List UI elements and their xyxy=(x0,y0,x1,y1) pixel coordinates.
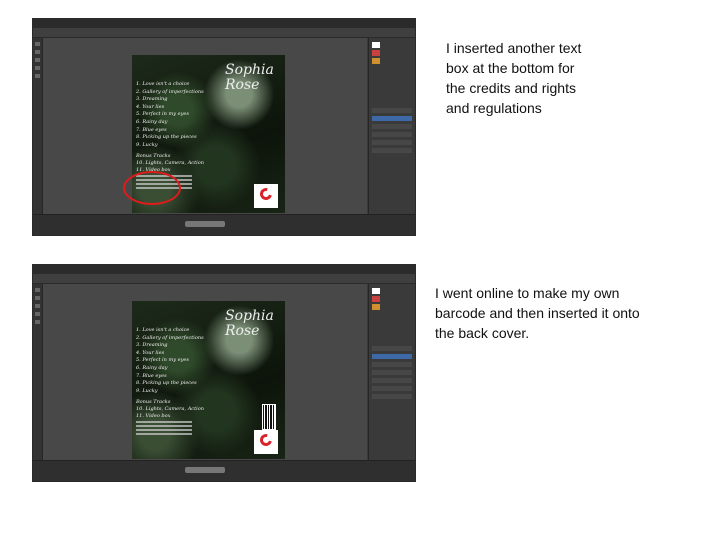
record-label-logo xyxy=(254,184,278,208)
list-item: 7. Blue eyes xyxy=(136,126,167,133)
list-item: 9. Lucky xyxy=(136,141,158,148)
track-list: 1. Love isn't a choice 2. Gallery of imp… xyxy=(136,81,204,149)
menu-bar xyxy=(33,19,415,28)
text-tool-icon[interactable] xyxy=(35,74,40,78)
layer-row[interactable] xyxy=(372,132,412,137)
credits-line xyxy=(136,429,192,431)
list-item: 7. Blue eyes xyxy=(136,372,167,379)
marquee-tool-icon[interactable] xyxy=(35,296,40,300)
bonus-heading: Bonus Tracks xyxy=(136,399,171,405)
options-bar xyxy=(33,274,415,284)
list-item: 4. Your lies xyxy=(136,349,165,356)
list-item: 2. Gallery of imperfections xyxy=(136,88,204,95)
cover-title: Sophia Rose xyxy=(225,308,274,339)
color-slider-swatch[interactable] xyxy=(372,304,380,310)
layer-row-selected[interactable] xyxy=(372,116,412,121)
list-item: 2. Gallery of imperfections xyxy=(136,334,204,341)
bonus-tracks: Bonus Tracks 10. Lights, Camera, Action … xyxy=(136,399,204,420)
cover-title: Sophia Rose xyxy=(225,62,274,93)
record-label-logo xyxy=(254,430,278,454)
brush-tool-icon[interactable] xyxy=(35,312,40,316)
layer-row[interactable] xyxy=(372,378,412,383)
credits-line xyxy=(136,433,192,435)
list-item: 3. Dreaming xyxy=(136,342,168,349)
track-list: 1. Love isn't a choice 2. Gallery of imp… xyxy=(136,327,204,395)
barcode-image[interactable] xyxy=(262,404,276,430)
credits-line xyxy=(136,425,192,427)
photoshop-screenshot-2: Sophia Rose 1. Love isn't a choice 2. Ga… xyxy=(32,264,416,482)
canvas-area: Sophia Rose 1. Love isn't a choice 2. Ga… xyxy=(43,38,367,215)
layer-row[interactable] xyxy=(372,370,412,375)
layer-row[interactable] xyxy=(372,124,412,129)
annotation-circle xyxy=(123,171,181,205)
panels-sidebar xyxy=(368,284,415,461)
list-item: 1. Love isn't a choice xyxy=(136,327,190,333)
list-item: 10. Lights, Camera, Action xyxy=(136,160,204,166)
slide-1-caption: I inserted another text box at the botto… xyxy=(446,40,582,116)
layer-row[interactable] xyxy=(372,140,412,145)
menu-bar xyxy=(33,265,415,274)
lasso-tool-icon[interactable] xyxy=(35,304,40,308)
marquee-tool-icon[interactable] xyxy=(35,50,40,54)
text-tool-icon[interactable] xyxy=(35,320,40,324)
status-button[interactable] xyxy=(185,467,225,473)
brush-tool-icon[interactable] xyxy=(35,66,40,70)
layer-row[interactable] xyxy=(372,394,412,399)
list-item: 5. Perfect in my eyes xyxy=(136,111,189,118)
layer-row[interactable] xyxy=(372,346,412,351)
photoshop-screenshot-1: Sophia Rose 1. Love isn't a choice 2. Ga… xyxy=(32,18,416,236)
status-button[interactable] xyxy=(185,221,225,227)
list-item: 6. Rainy day xyxy=(136,364,168,371)
list-item: 4. Your lies xyxy=(136,103,165,110)
bonus-heading: Bonus Tracks xyxy=(136,153,171,159)
tools-panel xyxy=(33,284,43,461)
slide-2-caption: I went online to make my own barcode and… xyxy=(435,285,640,341)
move-tool-icon[interactable] xyxy=(35,288,40,292)
list-item: 10. Lights, Camera, Action xyxy=(136,406,204,412)
canvas-area: Sophia Rose 1. Love isn't a choice 2. Ga… xyxy=(43,284,367,461)
list-item: 9. Lucky xyxy=(136,387,158,394)
tools-panel xyxy=(33,38,43,215)
layer-row[interactable] xyxy=(372,148,412,153)
layer-row[interactable] xyxy=(372,386,412,391)
foreground-color-swatch[interactable] xyxy=(372,42,380,48)
status-bar xyxy=(33,460,415,481)
color-slider-swatch[interactable] xyxy=(372,50,380,56)
layer-row[interactable] xyxy=(372,362,412,367)
layer-row[interactable] xyxy=(372,108,412,113)
color-slider-swatch[interactable] xyxy=(372,296,380,302)
list-item: 6. Rainy day xyxy=(136,118,168,125)
list-item: 8. Picking up the pieces xyxy=(136,134,197,141)
move-tool-icon[interactable] xyxy=(35,42,40,46)
list-item: 11. Video box xyxy=(136,413,171,419)
panels-sidebar xyxy=(368,38,415,215)
options-bar xyxy=(33,28,415,38)
list-item: 1. Love isn't a choice xyxy=(136,81,190,87)
foreground-color-swatch[interactable] xyxy=(372,288,380,294)
list-item: 8. Picking up the pieces xyxy=(136,380,197,387)
album-back-cover: Sophia Rose 1. Love isn't a choice 2. Ga… xyxy=(132,301,285,459)
credits-text-box[interactable] xyxy=(136,421,192,437)
lasso-tool-icon[interactable] xyxy=(35,58,40,62)
layer-row-selected[interactable] xyxy=(372,354,412,359)
credits-line xyxy=(136,421,192,423)
list-item: 5. Perfect in my eyes xyxy=(136,357,189,364)
color-slider-swatch[interactable] xyxy=(372,58,380,64)
status-bar xyxy=(33,214,415,235)
list-item: 3. Dreaming xyxy=(136,96,168,103)
